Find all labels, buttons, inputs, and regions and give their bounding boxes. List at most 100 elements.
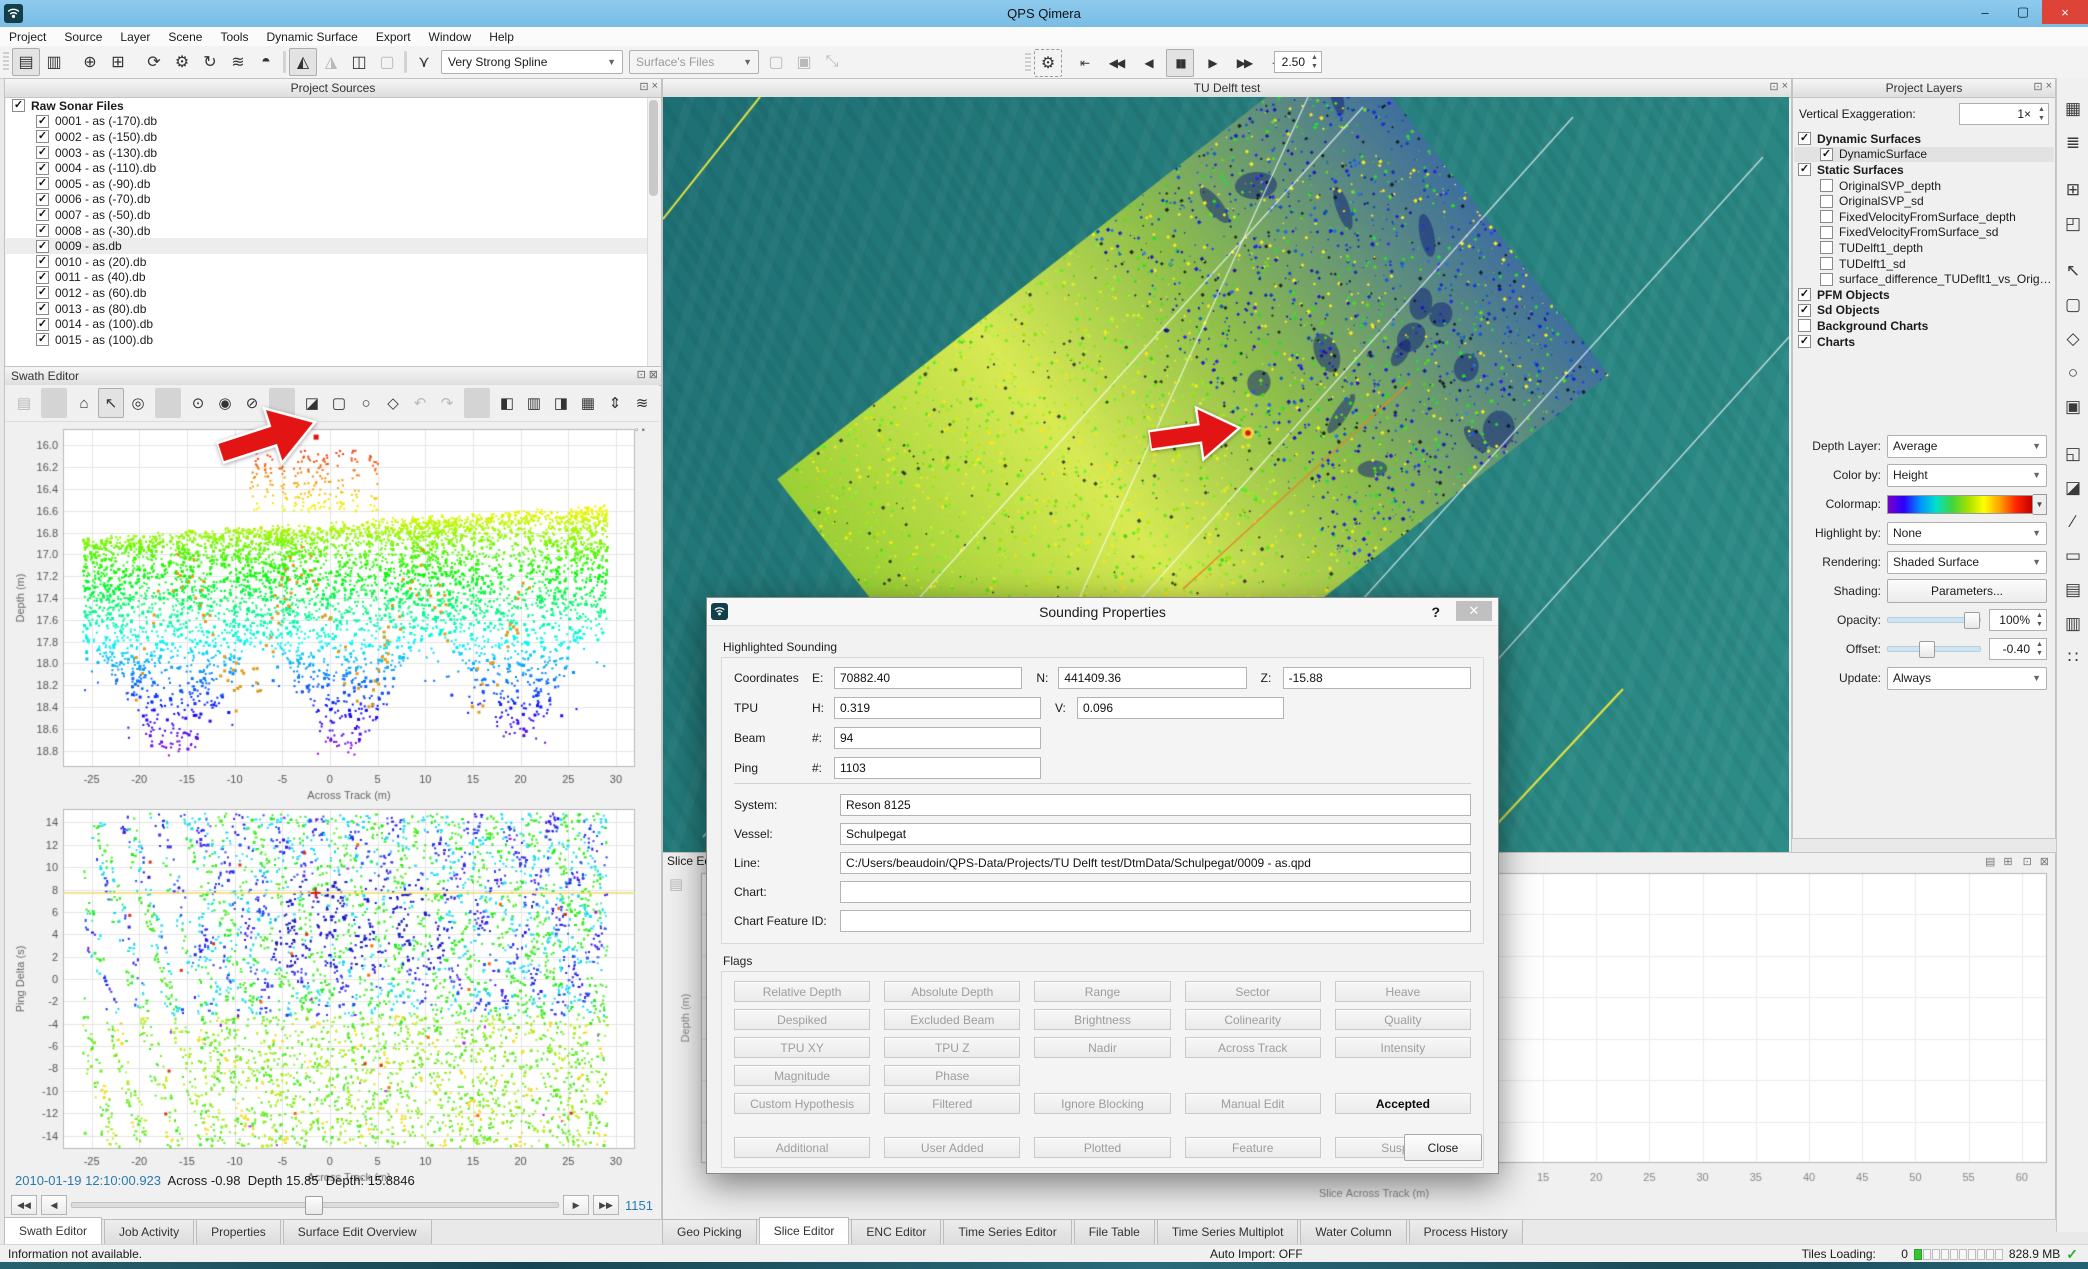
line-field[interactable] [840,852,1471,874]
go-first-icon[interactable]: ⇤ [1070,49,1098,77]
lasso-reject-icon[interactable]: ○ [353,388,379,418]
sonar-file-row[interactable]: 0009 - as.db [6,238,648,254]
menu-item[interactable]: Tools [211,30,257,44]
layer-row[interactable]: TUDelft1_sd [1794,256,2054,272]
eraser-icon[interactable]: ◪ [2059,474,2087,502]
system-field[interactable] [840,794,1471,816]
fast-forward-icon[interactable]: ▶▶ [1230,49,1258,77]
roller-icon[interactable]: ▭ [2059,542,2087,570]
slider-handle[interactable] [305,1196,323,1215]
poly-reject-icon[interactable]: ◇ [380,388,406,418]
tree-root-row[interactable]: Raw Sonar Files [6,98,648,114]
refresh-icon[interactable]: ↻ [196,48,224,76]
flag-button[interactable]: Relative Depth [734,981,870,1002]
checkbox[interactable] [36,240,49,253]
ping-slider[interactable] [71,1202,559,1208]
checkbox[interactable] [36,193,49,206]
mesh-select-icon[interactable]: ⊞ [2059,176,2087,204]
close-panel-icon[interactable]: × [652,80,658,93]
rect-reject-icon[interactable]: ▢ [326,388,352,418]
plane-select-icon[interactable]: ◱ [2059,440,2087,468]
pick-cursor-icon[interactable]: ↖ [2059,257,2087,285]
add-processed-points-icon[interactable]: ⊞ [104,48,132,76]
close-panel-icon[interactable]: × [1782,80,1788,93]
sonar-file-row[interactable]: 0003 - as (-130).db [6,145,648,161]
rewind-icon[interactable]: ◀◀ [1102,49,1130,77]
ping-number-field[interactable] [834,757,1041,779]
scrollbar-thumb[interactable] [649,100,658,196]
patch-test-icon[interactable]: ◮ [317,48,345,76]
checkbox[interactable] [12,99,25,112]
layer-row[interactable]: FixedVelocityFromSurface_sd [1794,225,2054,241]
close-panel-icon[interactable]: ⊠ [649,368,658,381]
beam-fan-icon[interactable]: ≋ [629,388,655,418]
chart-feature-id-field[interactable] [840,910,1471,932]
step-back-icon[interactable]: ◀ [1134,49,1162,77]
menu-item[interactable]: Window [420,30,481,44]
rendering-combo[interactable]: Shaded Surface▼ [1887,551,2047,574]
flag-button[interactable]: Phase [884,1065,1020,1086]
tab[interactable]: Properties [196,1219,281,1244]
flag-button[interactable]: Plotted [1034,1137,1170,1158]
ruler-icon[interactable]: ∕ [2059,508,2087,536]
surface-files-combo[interactable]: Surface's Files▼ [629,50,759,74]
checkbox[interactable] [1820,273,1833,286]
scrollbar[interactable] [647,98,660,366]
opacity-slider[interactable] [1887,617,1981,623]
sonar-file-row[interactable]: 0001 - as (-170).db [6,114,648,130]
zoom-icon[interactable]: ◎ [125,388,151,418]
flag-button[interactable]: Custom Hypothesis [734,1093,870,1114]
sonar-file-row[interactable]: 0005 - as (-90).db [6,176,648,192]
highlight-by-combo[interactable]: None▼ [1887,522,2047,545]
tab[interactable]: Time Series Multiplot [1157,1219,1299,1244]
checkbox[interactable] [1820,226,1833,239]
checkbox[interactable] [1798,335,1811,348]
checkbox[interactable] [36,130,49,143]
northing-field[interactable] [1058,667,1246,689]
layer-row[interactable]: Dynamic Surfaces [1794,131,2054,147]
checkbox[interactable] [1820,148,1833,161]
tab[interactable]: Slice Editor [759,1217,850,1244]
checkbox[interactable] [1820,195,1833,208]
tab[interactable]: Process History [1409,1219,1523,1244]
checkbox[interactable] [36,255,49,268]
layer-row[interactable]: PFM Objects [1794,287,2054,303]
vessel-field[interactable] [840,823,1471,845]
palette-icon[interactable]: ▤ [2059,576,2087,604]
checkbox[interactable] [36,162,49,175]
layer-row[interactable]: DynamicSurface [1794,147,2054,163]
float-panel-icon[interactable]: ⊡ [2033,80,2042,93]
flag-button[interactable]: Feature [1185,1137,1321,1158]
tab[interactable]: Surface Edit Overview [283,1219,432,1244]
flag-button[interactable]: TPU XY [734,1037,870,1058]
sonar-file-row[interactable]: 0008 - as (-30).db [6,223,648,239]
swath-depth-plot[interactable] [13,425,653,801]
lasso-select-icon[interactable]: ○ [2059,359,2087,387]
processing-settings-icon[interactable]: ⚙ [168,48,196,76]
filter-funnel-icon[interactable]: ⋎ [410,48,438,76]
georeference-icon[interactable]: ≋ [224,48,252,76]
grid-edit-icon[interactable]: ◫ [345,48,373,76]
accept-right-icon[interactable]: ◨ [548,388,574,418]
beam-number-field[interactable] [834,727,1041,749]
spinner-arrows-icon[interactable]: ▲▼ [2033,611,2046,629]
swath-pingdelta-plot[interactable] [13,805,653,1181]
tab[interactable]: Swath Editor [4,1217,102,1244]
offset-slider[interactable] [1887,646,1981,652]
checkbox[interactable] [36,302,49,315]
replay-speed-spinner[interactable]: 2.50 ▲▼ [1274,51,1322,73]
spinner-arrows-icon[interactable]: ▲▼ [2035,105,2048,123]
accept-left-icon[interactable]: ◧ [494,388,520,418]
home-icon[interactable]: ⌂ [71,388,97,418]
pick-single-icon[interactable]: ⊙ [185,388,211,418]
flag-button[interactable]: User Added [884,1137,1020,1158]
tpu-v-field[interactable] [1077,697,1284,719]
pause-icon[interactable]: ▮▮ [1166,49,1194,77]
filter-box-icon[interactable]: ▣ [790,48,818,76]
layer-row[interactable]: Charts [1794,334,2054,350]
close-button[interactable]: × [2042,0,2088,24]
flag-button[interactable]: Magnitude [734,1065,870,1086]
layer-row[interactable]: Sd Objects [1794,303,2054,319]
profile-icon[interactable]: ∷ [2059,644,2087,672]
checkbox[interactable] [36,286,49,299]
